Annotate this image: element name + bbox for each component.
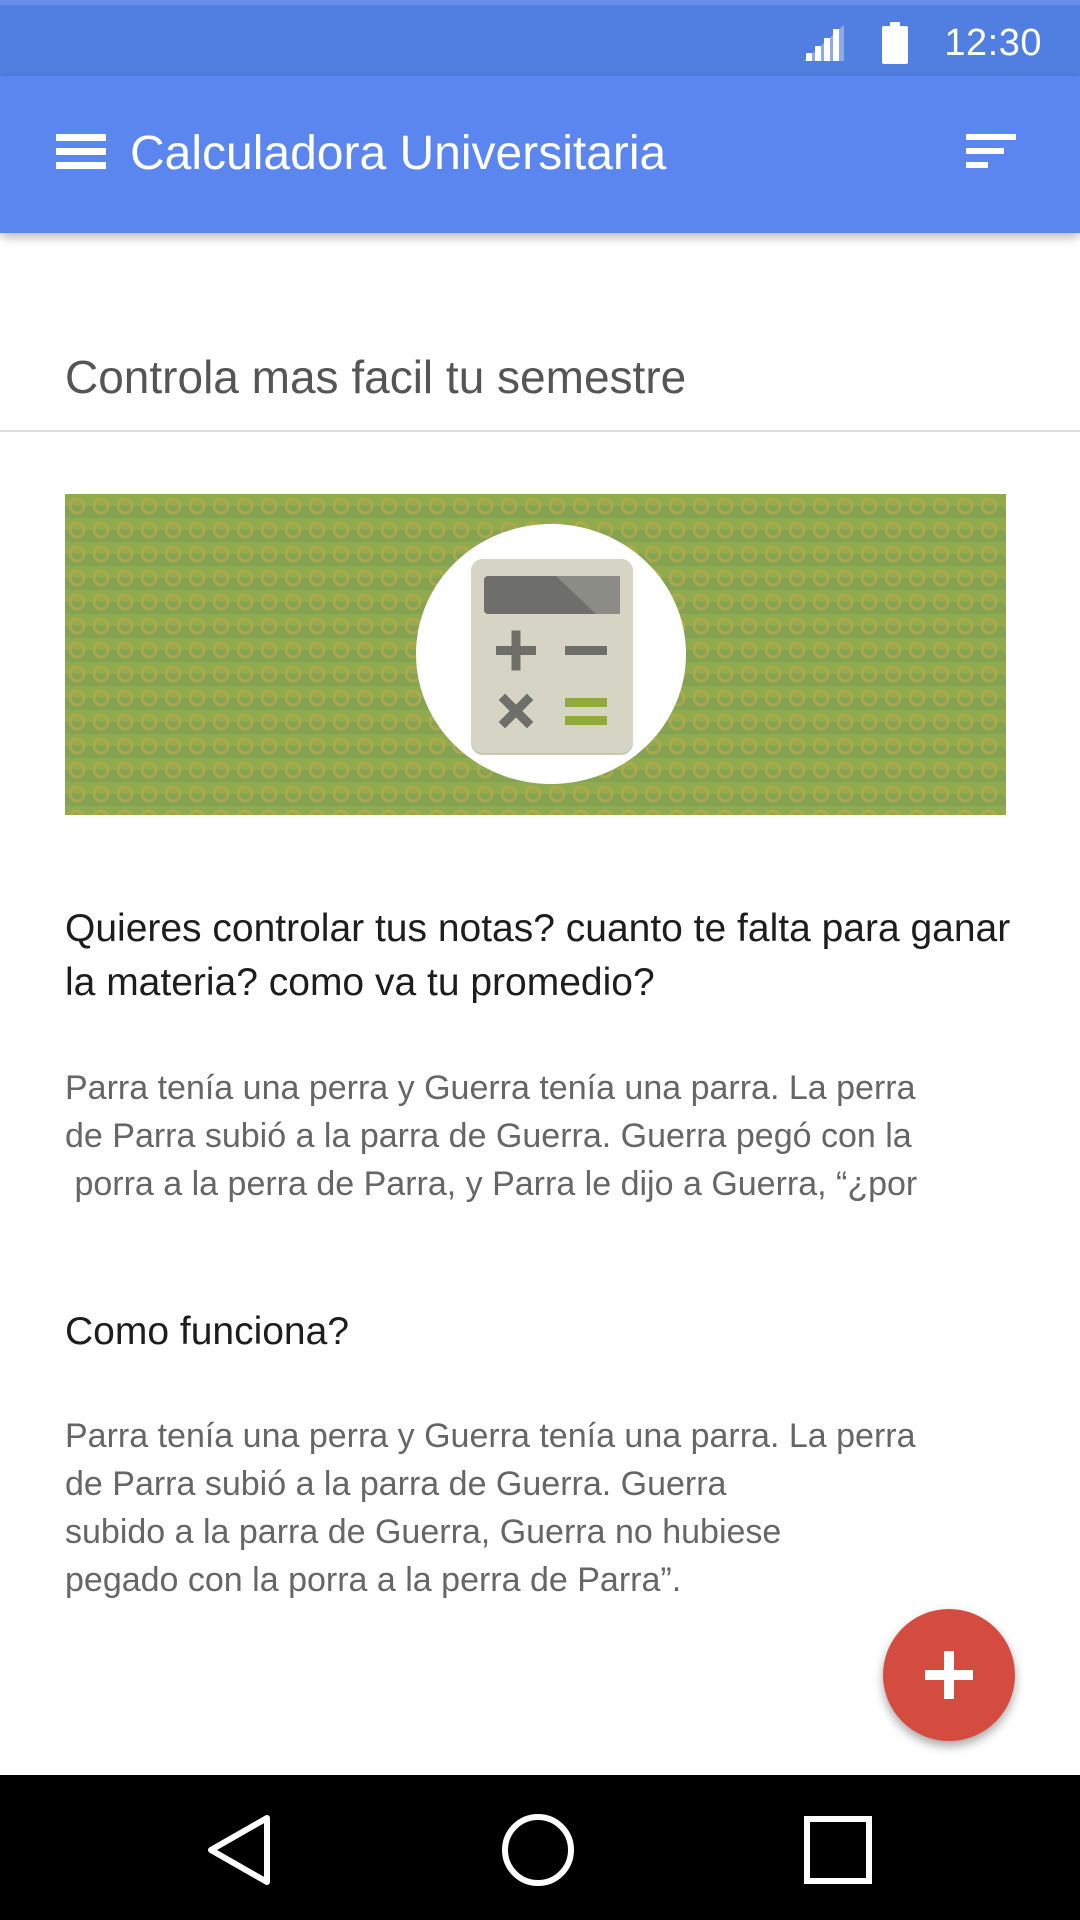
back-button[interactable] <box>195 1805 285 1895</box>
menu-button[interactable] <box>56 132 108 172</box>
paragraph-1-line: de Parra subió a la parra de Guerra. Gue… <box>65 1117 912 1155</box>
calculator-icon <box>471 559 633 755</box>
paragraph-2-line: Parra tenía una perra y Guerra tenía una… <box>65 1417 916 1455</box>
paragraph-2-line: pegado con la porra a la perra de Parra”… <box>65 1561 682 1599</box>
signal-icon <box>804 25 845 61</box>
banner-image <box>65 494 1006 815</box>
paragraph-2-line: de Parra subió a la parra de Guerra. Gue… <box>65 1465 727 1503</box>
home-icon <box>502 1814 574 1886</box>
status-bar: 12:30 <box>0 0 1080 76</box>
status-icons: 12:30 <box>802 5 1042 81</box>
navigation-bar <box>0 1775 1080 1920</box>
app-title: Calculadora Universitaria <box>130 127 667 180</box>
recents-button[interactable] <box>793 1805 883 1895</box>
sort-button[interactable] <box>966 132 1018 172</box>
back-icon <box>208 1815 270 1885</box>
add-fab-button[interactable] <box>883 1609 1015 1741</box>
paragraph-1-line: porra a la perra de Parra, y Parra le di… <box>65 1165 918 1203</box>
hamburger-menu-icon <box>56 134 106 169</box>
app-bar: Calculadora Universitaria <box>0 76 1080 233</box>
paragraph-2: Parra tenía una perra y Guerra tenía una… <box>65 1412 1015 1604</box>
section-title: Controla mas facil tu semestre <box>65 351 687 403</box>
battery-icon <box>882 22 909 64</box>
section-divider <box>0 430 1080 432</box>
status-time: 12:30 <box>944 21 1042 64</box>
sort-icon <box>966 134 1016 168</box>
recents-icon <box>804 1816 872 1884</box>
heading-controlar-notas: Quieres controlar tus notas? cuanto te f… <box>65 907 1011 1004</box>
paragraph-1-line: Parra tenía una perra y Guerra tenía una… <box>65 1069 916 1107</box>
paragraph-2-line: subido a la parra de Guerra, Guerra no h… <box>65 1513 782 1551</box>
plus-icon <box>925 1651 973 1699</box>
banner-circle <box>416 524 686 784</box>
heading-como-funciona: Como funciona? <box>65 1310 350 1353</box>
paragraph-1: Parra tenía una perra y Guerra tenía una… <box>65 1064 1015 1208</box>
home-button[interactable] <box>493 1805 583 1895</box>
